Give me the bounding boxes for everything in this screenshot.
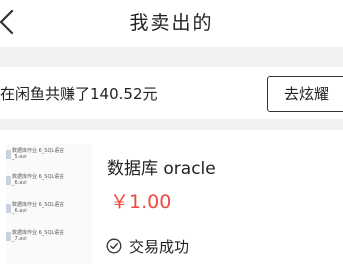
thumbnail-file-name: 数据库作业 6_SQL语言 _5.avi [12, 148, 65, 160]
app-root: 我卖出的 在闲鱼共赚了140.52元 去炫耀 数据库作业 6_SQL语言 _5.… [0, 0, 343, 278]
product-price: ￥1.00 [110, 191, 172, 213]
thumbnail-file-row: 数据库作业 6_SQL语言 _6.avi [6, 174, 92, 194]
order-status-text: 交易成功 [129, 238, 190, 256]
video-file-icon [6, 150, 11, 159]
video-file-icon [6, 204, 11, 213]
video-file-icon [6, 176, 11, 185]
page-title: 我卖出的 [129, 12, 214, 34]
video-file-icon [6, 232, 11, 241]
top-nav-bar: 我卖出的 [0, 0, 343, 47]
thumbnail-file-name: 数据库作业 6_SQL语言 _6.avi [12, 174, 65, 186]
thumbnail-file-name: 数据库作业 6_SQL语言 _7.avi [12, 230, 65, 242]
product-thumbnail[interactable]: 数据库作业 6_SQL语言 _5.avi 数据库作业 6_SQL语言 _6.av… [6, 144, 92, 264]
thumbnail-file-row: 数据库作业 6_SQL语言 _6.avi [6, 202, 92, 222]
earnings-banner: 在闲鱼共赚了140.52元 去炫耀 [0, 67, 343, 119]
check-circle-icon [106, 238, 122, 254]
thumbnail-file-row: 数据库作业 6_SQL语言 _7.avi [6, 230, 92, 250]
product-title[interactable]: 数据库 oracle [107, 154, 216, 179]
show-off-button[interactable]: 去炫耀 [267, 76, 343, 112]
earnings-text: 在闲鱼共赚了140.52元 [0, 85, 158, 103]
order-card[interactable]: 数据库作业 6_SQL语言 _5.avi 数据库作业 6_SQL语言 _6.av… [0, 130, 343, 278]
thumbnail-file-name: 数据库作业 6_SQL语言 _6.avi [12, 202, 65, 214]
thumbnail-file-row: 数据库作业 6_SQL语言 _5.avi [6, 148, 92, 168]
